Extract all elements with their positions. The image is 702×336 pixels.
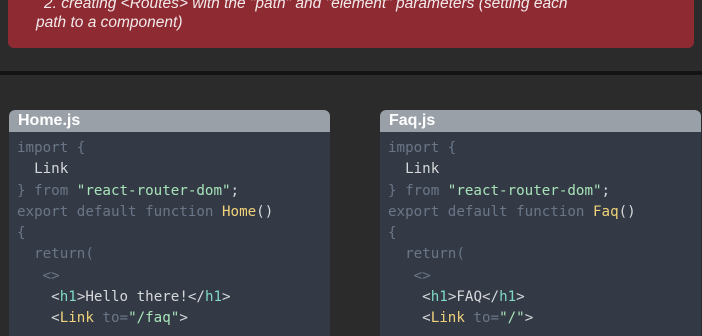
code-token: Link <box>59 310 94 327</box>
slide: 2. creating <Routes> with the "path" and… <box>0 0 702 336</box>
code-panel-home: Home.js import { Link } from "react-route… <box>9 110 330 336</box>
code-token: Faq <box>593 203 619 220</box>
code-line: <Link to="/faq"> <box>17 308 330 329</box>
code-token: <> <box>388 267 431 284</box>
code-token: h1 <box>430 289 448 306</box>
code-line: return( <box>388 244 701 265</box>
code-token: return( <box>17 246 94 263</box>
code-token: import { <box>388 140 457 156</box>
code-token: < <box>388 289 431 306</box>
code-token: Link <box>430 310 465 327</box>
code-line: import { <box>17 138 330 159</box>
code-panel-title: Home.js <box>9 110 330 132</box>
code-token: export default function <box>388 203 593 220</box>
code-token: > <box>524 310 534 327</box>
code-token: "react-router-dom" <box>76 182 231 199</box>
code-token: () <box>256 203 274 220</box>
code-token: > <box>516 289 525 306</box>
code-token: Home <box>222 203 257 220</box>
code-line: Link <box>17 159 330 180</box>
code-line: { <box>388 223 701 244</box>
code-token: export default function <box>17 203 222 220</box>
code-token: Link <box>17 161 69 178</box>
code-line: import { <box>388 138 701 159</box>
code-token: > <box>222 289 231 306</box>
code-line: export default function Faq() <box>388 202 701 223</box>
code-token: < <box>388 310 431 327</box>
code-token: } from <box>388 182 448 199</box>
code-line: <h1>Hello there!</h1> <box>17 287 330 308</box>
code-token: } from <box>17 182 77 199</box>
code-token: ; <box>230 182 240 199</box>
code-block: import { Link} from "react-router-dom"; e… <box>9 132 330 330</box>
code-line: } from "react-router-dom"; <box>17 181 330 202</box>
section-divider <box>0 71 702 75</box>
code-line: Link <box>388 159 701 180</box>
code-panel-faq: Faq.js import { Link } from "react-router… <box>380 110 701 336</box>
code-token: <> <box>17 267 60 284</box>
code-token: </ <box>187 289 205 306</box>
code-panel-title: Faq.js <box>380 110 701 132</box>
code-token: ; <box>601 182 611 199</box>
code-token: FAQ <box>456 289 482 306</box>
code-token: to= <box>93 310 129 327</box>
code-token: > <box>179 310 188 327</box>
code-token: </ <box>481 289 500 306</box>
code-token: import { <box>17 140 86 156</box>
code-line: } from "react-router-dom"; <box>388 181 701 202</box>
code-token: h1 <box>204 289 223 306</box>
code-line: return( <box>17 244 330 265</box>
code-line: <Link to="/"> <box>388 308 701 329</box>
code-line: <> <box>388 266 701 287</box>
code-token: h1 <box>499 289 517 306</box>
banner-text-line-2: path to a component) <box>36 14 183 31</box>
code-token: "/" <box>499 310 525 327</box>
code-token: () <box>618 203 636 220</box>
code-token: Link <box>388 161 440 178</box>
code-line: <h1>FAQ</h1> <box>388 287 701 308</box>
routes-step-banner: 2. creating <Routes> with the "path" and… <box>8 0 694 48</box>
banner-text-line-1: 2. creating <Routes> with the "path" and… <box>44 0 568 12</box>
code-token: return( <box>388 246 465 263</box>
code-token: "/faq" <box>128 310 180 327</box>
code-token: "react-router-dom" <box>447 182 602 199</box>
code-token: < <box>17 289 60 306</box>
code-line: <> <box>17 266 330 287</box>
code-token: to= <box>464 310 500 327</box>
code-token: { <box>388 225 397 242</box>
code-line: { <box>17 223 330 244</box>
code-token: { <box>17 225 26 242</box>
code-token: < <box>17 310 60 327</box>
code-token: Hello there! <box>85 289 188 306</box>
code-line: export default function Home() <box>17 202 330 223</box>
code-token: h1 <box>59 289 77 306</box>
code-block: import { Link} from "react-router-dom"; e… <box>380 132 701 330</box>
